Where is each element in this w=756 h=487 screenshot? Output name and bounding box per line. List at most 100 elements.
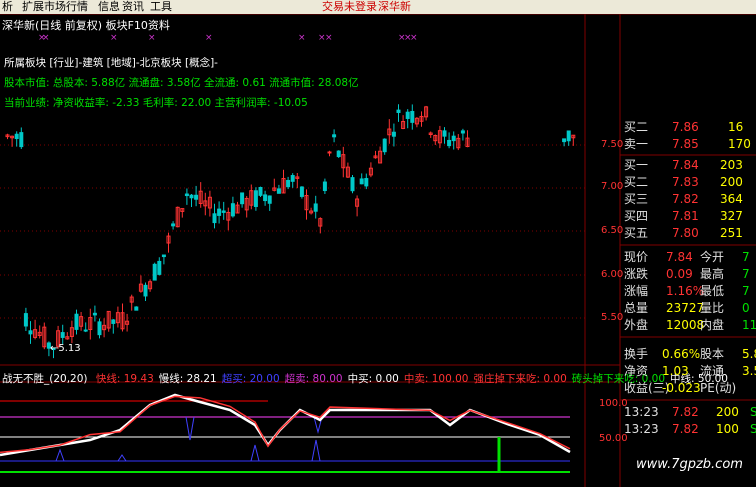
stat-label: 涨跌 [624, 267, 649, 281]
stat-value: 0.66% [662, 347, 701, 361]
book-price: 7.85 [672, 137, 699, 151]
signal-spike [311, 439, 321, 462]
stat-value: 3.58 [742, 364, 756, 378]
stat-label: 现价 [624, 250, 649, 264]
book-price: 7.83 [672, 175, 699, 189]
capital-info: 股本市值: 总股本: 5.88亿 流通盘: 3.58亿 全流通: 0.61 流通… [4, 77, 359, 89]
candle-body [299, 186, 304, 197]
trade-price: 7.82 [672, 422, 699, 436]
candle-body [350, 177, 355, 192]
book-volume: 327 [720, 209, 743, 223]
fast-line [0, 395, 571, 454]
candle-body [313, 203, 318, 212]
candle-body [92, 312, 97, 316]
trade-login-status[interactable]: 交易未登录 [322, 0, 377, 14]
book-price: 7.86 [672, 120, 699, 134]
book-label: 买二 [624, 175, 649, 189]
stat-value: 12008 [666, 318, 705, 332]
candle-body [332, 134, 337, 138]
candle-body [212, 213, 217, 224]
candle-body [143, 284, 148, 297]
book-volume: 170 [728, 137, 751, 151]
price-tick: 7.50 [601, 139, 624, 150]
candle-body [60, 332, 65, 338]
stat-label: PE(动) [700, 381, 737, 395]
stat-value: 0.09 [666, 267, 693, 281]
book-label: 卖一 [624, 137, 649, 151]
menu-item-news[interactable]: 资讯 [122, 0, 144, 14]
stat-label: 最高 [700, 267, 725, 281]
candle-body [194, 194, 199, 200]
low-price-marker: ←5.13 [50, 343, 81, 354]
book-label: 买一 [624, 158, 649, 172]
stat-value: -0.023 [662, 381, 701, 395]
signal-marker: × [205, 33, 213, 43]
candle-body [267, 195, 272, 204]
menu-item-info[interactable]: 信息 [98, 0, 120, 14]
indicator-name: 战无不胜_(20,20) [2, 373, 88, 385]
price-tick: 7.00 [601, 181, 624, 192]
signal-spike [117, 454, 127, 462]
candle-body [19, 132, 24, 148]
stat-label: 量比 [700, 301, 725, 315]
indicator-value: 慢线: 28.21 [158, 373, 217, 385]
candle-body [322, 181, 327, 192]
candle-body [405, 111, 410, 119]
trade-volume: 200 [716, 405, 739, 419]
candle-body [290, 175, 295, 182]
stat-label: 总量 [624, 301, 649, 315]
sector-info: 所属板块 [行业]-建筑 [地域]-北京板块 [概念]- [4, 57, 218, 69]
trade-time: 13:23 [624, 405, 659, 419]
candle-body [161, 254, 166, 258]
book-label: 买五 [624, 226, 649, 240]
candle-body [23, 313, 28, 327]
candle-body [258, 186, 263, 196]
price-tick: 5.50 [601, 312, 624, 323]
indicator-header: 战无不胜_(20,20) 快线: 19.43 慢线: 28.21 超买: 20.00… [2, 371, 728, 386]
menu-item-analysis[interactable]: 析 [2, 0, 13, 14]
signal-marker: × [325, 33, 333, 43]
candle-body [171, 223, 176, 227]
trade-flag: S [750, 422, 756, 436]
stat-value: 7.84 [666, 250, 693, 264]
stat-label: 换手 [624, 347, 649, 361]
candle-body [253, 190, 258, 207]
book-price: 7.84 [672, 158, 699, 172]
candle-body [562, 138, 567, 143]
candle-body [460, 130, 465, 134]
watermark: www.7gpzb.com [636, 457, 743, 472]
trade-price: 7.82 [672, 405, 699, 419]
book-price: 7.81 [672, 209, 699, 223]
candle-body [230, 203, 235, 217]
book-volume: 200 [720, 175, 743, 189]
signal-marker: × [298, 33, 306, 43]
candle-body [221, 210, 226, 213]
stat-value: 5.88 [742, 347, 756, 361]
candle-body [111, 319, 116, 324]
candle-body [396, 109, 401, 113]
stat-label: 外盘 [624, 318, 649, 332]
stat-value: 7 [742, 284, 750, 298]
indicator-value: 快线: 19.43 [95, 373, 154, 385]
indicator-value: 中买: 0.00 [347, 373, 399, 385]
candle-body [134, 306, 139, 311]
candle-body [74, 313, 79, 330]
trade-volume: 100 [716, 422, 739, 436]
stock-name-tab[interactable]: 深华新 [378, 0, 411, 14]
menu-item-extended-market[interactable]: 扩展市场行情 [22, 0, 88, 14]
candle-body [286, 179, 291, 188]
book-label: 买三 [624, 192, 649, 206]
stat-value: 1.16% [666, 284, 705, 298]
stat-label: 今开 [700, 250, 725, 264]
candle-body [336, 150, 341, 158]
stat-label: 最低 [700, 284, 725, 298]
candle-body [566, 130, 571, 142]
signal-marker: × [148, 33, 156, 43]
indicator-value: 超卖: 80.00 [284, 373, 343, 385]
candle-body [391, 131, 396, 137]
signal-spike [250, 444, 260, 462]
menu-item-tools[interactable]: 工具 [150, 0, 172, 14]
candle-body [451, 135, 456, 142]
price-tick: 6.50 [601, 225, 624, 236]
candle-body [184, 193, 189, 197]
